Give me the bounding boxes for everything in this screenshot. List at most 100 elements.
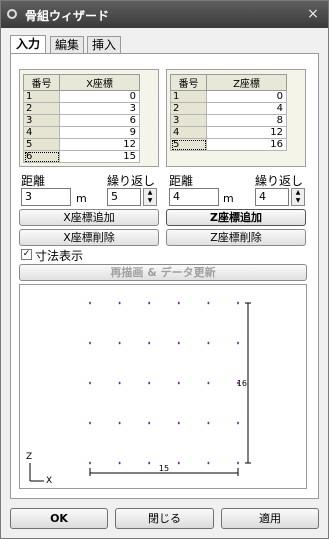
wizard-window: 骨組ウィザード × 入力 編集 挿入 番号 X座標 1 0 2 3 3 6 4 9 5 12 6 15… bbox=[0, 0, 329, 539]
node-point bbox=[148, 461, 150, 465]
node-point bbox=[89, 421, 91, 425]
z-grid-cell-coord[interactable]: 8 bbox=[206, 114, 287, 127]
x-repeat-input[interactable]: 5 bbox=[107, 188, 141, 206]
tab-edit[interactable]: 編集 bbox=[50, 36, 84, 54]
z-grid-cell-coord[interactable]: 12 bbox=[206, 126, 287, 139]
node-point bbox=[148, 381, 150, 385]
spin-down-icon[interactable]: ▼ bbox=[292, 197, 304, 205]
node-point bbox=[118, 341, 121, 345]
z-distance-input[interactable]: 4 bbox=[169, 188, 219, 206]
z-grid-cell-number[interactable]: 2 bbox=[170, 102, 207, 115]
node-point bbox=[89, 381, 91, 385]
close-button[interactable]: 閉じる bbox=[115, 508, 214, 529]
node-point bbox=[178, 301, 180, 305]
x-grid-row[interactable]: 10 bbox=[23, 90, 140, 103]
delete-x-button[interactable]: X座標削除 bbox=[19, 229, 159, 246]
redraw-update-button[interactable]: 再描画 & データ更新 bbox=[19, 264, 307, 281]
node-point bbox=[207, 461, 210, 465]
x-distance-input[interactable]: 3 bbox=[21, 188, 71, 206]
z-grid-cell-number[interactable]: 3 bbox=[170, 114, 207, 127]
show-dimensions-label: 寸法表示 bbox=[35, 249, 84, 263]
z-grid-cell-number[interactable]: 5 bbox=[170, 138, 207, 151]
tab-input[interactable]: 入力 bbox=[10, 35, 46, 54]
x-grid-row[interactable]: 23 bbox=[23, 102, 140, 115]
x-grid-cell-coord[interactable]: 0 bbox=[59, 90, 140, 103]
node-point bbox=[178, 381, 180, 385]
node-point bbox=[237, 421, 239, 425]
x-dimension-label: 15 bbox=[159, 464, 169, 473]
node-point bbox=[118, 381, 121, 385]
z-grid-row[interactable]: 24 bbox=[170, 102, 287, 115]
x-distance-label: 距離 bbox=[21, 174, 46, 188]
x-grid-cell-coord[interactable]: 3 bbox=[59, 102, 140, 115]
node-point bbox=[118, 421, 121, 425]
frame-preview-svg: 15 16 Z X bbox=[26, 301, 251, 486]
node-point bbox=[89, 461, 91, 465]
tab-insert[interactable]: 挿入 bbox=[87, 36, 121, 54]
x-grid-cell-coord[interactable]: 12 bbox=[59, 138, 140, 151]
spin-down-icon[interactable]: ▼ bbox=[144, 197, 156, 205]
x-grid-cell-coord[interactable]: 9 bbox=[59, 126, 140, 139]
show-dimensions-checkbox[interactable]: ✓ bbox=[21, 249, 32, 260]
z-repeat-spinner[interactable]: ▲ ▼ bbox=[291, 188, 305, 206]
x-grid-cell-number[interactable]: 6 bbox=[23, 150, 60, 163]
x-grid-header-coord: X座標 bbox=[59, 74, 140, 91]
node-point bbox=[237, 461, 239, 465]
spin-up-icon[interactable]: ▲ bbox=[292, 189, 304, 197]
node-point bbox=[148, 421, 150, 425]
x-unit-label: m bbox=[76, 192, 87, 205]
node-point bbox=[118, 461, 121, 465]
x-grid-cell-number[interactable]: 4 bbox=[23, 126, 60, 139]
node-point bbox=[178, 341, 180, 345]
z-axis-label: Z bbox=[26, 452, 32, 462]
x-grid-row[interactable]: 6 15 bbox=[23, 150, 140, 163]
node-point bbox=[178, 421, 180, 425]
z-grid-cell-number[interactable]: 1 bbox=[170, 90, 207, 103]
x-grid-cell-coord[interactable]: 6 bbox=[59, 114, 140, 127]
z-dimension-label: 16 bbox=[237, 379, 247, 388]
add-z-button[interactable]: Z座標追加 bbox=[166, 209, 306, 226]
z-grid-row[interactable]: 5 16 bbox=[170, 138, 287, 151]
z-repeat-input[interactable]: 4 bbox=[255, 188, 289, 206]
x-grid-header-number: 番号 bbox=[23, 74, 60, 91]
x-grid-cell-number[interactable]: 1 bbox=[23, 90, 60, 103]
close-icon[interactable]: × bbox=[304, 5, 322, 23]
node-point bbox=[148, 341, 150, 345]
title-bar: 骨組ウィザード × bbox=[1, 1, 328, 28]
node-point bbox=[207, 301, 210, 305]
z-grid-cell-coord[interactable]: 4 bbox=[206, 102, 287, 115]
z-unit-label: m bbox=[223, 192, 234, 205]
x-grid-row[interactable]: 49 bbox=[23, 126, 140, 139]
x-coordinate-grid[interactable]: 番号 X座標 1 0 2 3 3 6 4 9 5 12 6 15 bbox=[19, 69, 159, 167]
frame-preview-canvas: 15 16 Z X bbox=[19, 284, 307, 489]
delete-z-button[interactable]: Z座標削除 bbox=[166, 229, 306, 246]
ok-button[interactable]: OK bbox=[10, 508, 108, 529]
add-x-button[interactable]: X座標追加 bbox=[19, 209, 159, 226]
z-grid-row[interactable]: 38 bbox=[170, 114, 287, 127]
z-grid-row[interactable]: 4 12 bbox=[170, 126, 287, 139]
z-grid-row[interactable]: 10 bbox=[170, 90, 287, 103]
node-point bbox=[207, 421, 210, 425]
z-repeat-label: 繰り返し bbox=[255, 174, 304, 188]
z-grid-header-number: 番号 bbox=[170, 74, 207, 91]
app-icon bbox=[7, 9, 17, 19]
apply-button[interactable]: 適用 bbox=[221, 508, 319, 529]
node-point bbox=[237, 341, 239, 345]
x-grid-cell-number[interactable]: 5 bbox=[23, 138, 60, 151]
x-grid-cell-number[interactable]: 3 bbox=[23, 114, 60, 127]
x-axis-label: X bbox=[46, 476, 52, 486]
window-title: 骨組ウィザード bbox=[25, 9, 110, 23]
z-coordinate-grid[interactable]: 番号 Z座標 1 0 2 4 3 8 4 12 5 16 bbox=[166, 69, 306, 167]
x-grid-cell-coord[interactable]: 15 bbox=[59, 150, 140, 163]
node-point bbox=[148, 301, 150, 305]
z-grid-header-coord: Z座標 bbox=[206, 74, 287, 91]
x-grid-row[interactable]: 36 bbox=[23, 114, 140, 127]
z-grid-cell-coord[interactable]: 0 bbox=[206, 90, 287, 103]
x-grid-cell-number[interactable]: 2 bbox=[23, 102, 60, 115]
x-repeat-spinner[interactable]: ▲ ▼ bbox=[143, 188, 157, 206]
z-grid-cell-coord[interactable]: 16 bbox=[206, 138, 287, 151]
spin-up-icon[interactable]: ▲ bbox=[144, 189, 156, 197]
z-grid-cell-number[interactable]: 4 bbox=[170, 126, 207, 139]
x-grid-row[interactable]: 5 12 bbox=[23, 138, 140, 151]
node-point bbox=[118, 301, 121, 305]
